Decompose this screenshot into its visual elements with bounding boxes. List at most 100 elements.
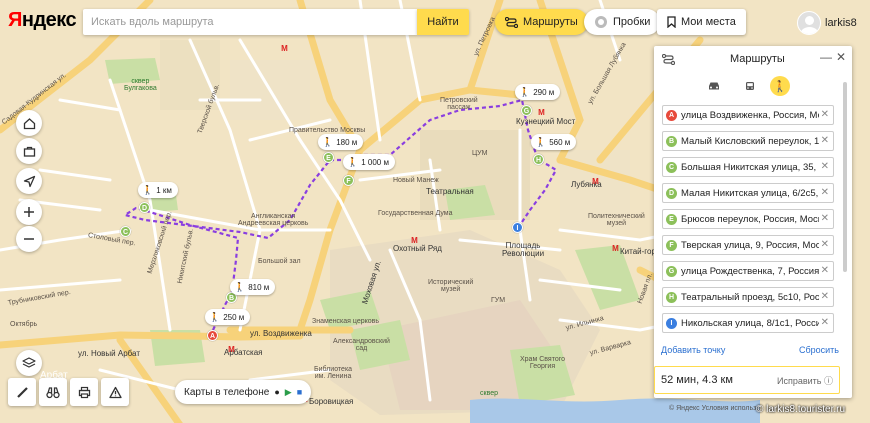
step-distance: 1 км	[156, 185, 172, 195]
home-button[interactable]	[16, 110, 42, 136]
layers-button[interactable]	[16, 350, 42, 376]
waypoint-marker: I	[666, 317, 677, 329]
waypoint-row[interactable]: F Тверская улица, 9, Россия, Мос ✕	[662, 235, 834, 255]
waypoint-row[interactable]: I Никольская улица, 8/1с1, Росси ✕	[662, 313, 834, 333]
remove-waypoint-icon[interactable]: ✕	[821, 109, 829, 120]
remove-waypoint-icon[interactable]: ✕	[821, 265, 829, 276]
waypoint-address[interactable]: Никольская улица, 8/1с1, Росси	[681, 318, 819, 329]
waypoint-address[interactable]: улица Воздвиженка, Россия, Мо	[681, 110, 819, 121]
routes-panel-title: Маршруты	[730, 53, 785, 65]
remove-waypoint-icon[interactable]: ✕	[821, 213, 829, 224]
step-badge: 🚶 560 м	[531, 134, 577, 150]
yandex-logo[interactable]: Яндекс	[8, 9, 77, 32]
remove-waypoint-icon[interactable]: ✕	[821, 291, 829, 302]
watermark: © larkis8.tourister.ru	[756, 404, 846, 415]
panel-links: Добавить точку Сбросить	[661, 345, 839, 355]
waypoint-address[interactable]: Театральный проезд, 5с10, Рос	[681, 292, 819, 303]
ruler-button[interactable]	[8, 378, 36, 406]
locate-button[interactable]	[16, 168, 42, 194]
add-point-link[interactable]: Добавить точку	[661, 345, 725, 355]
plus-icon	[24, 207, 34, 217]
logo-text: ндекс	[21, 9, 77, 31]
close-icon[interactable]: ✕	[836, 50, 846, 64]
routes-button[interactable]: Маршруты	[495, 9, 588, 35]
waypoint-address[interactable]: Тверская улица, 9, Россия, Мос	[681, 240, 819, 251]
route-pin-f[interactable]: F	[343, 175, 354, 186]
ruler-icon	[16, 386, 28, 398]
copyright[interactable]: © Яндекс Условия использ	[669, 405, 756, 412]
car-mode-button[interactable]	[704, 76, 724, 96]
traffic-icon	[594, 15, 608, 29]
fix-link[interactable]: Исправить ⓘ	[777, 374, 833, 387]
route-pin-g[interactable]: G	[521, 105, 532, 116]
search-input[interactable]	[91, 16, 417, 28]
home-icon	[23, 117, 35, 129]
find-button[interactable]: Найти	[417, 9, 469, 35]
zoom-in-button[interactable]	[16, 199, 42, 225]
route-pin-d[interactable]: D	[139, 202, 150, 213]
report-button[interactable]	[101, 378, 129, 406]
remove-waypoint-icon[interactable]: ✕	[821, 317, 829, 328]
work-button[interactable]	[16, 138, 42, 164]
user-menu[interactable]: larkis8	[797, 11, 857, 35]
walk-icon: 🚶	[234, 281, 246, 292]
remove-waypoint-icon[interactable]: ✕	[821, 239, 829, 250]
waypoint-row[interactable]: E Брюсов переулок, Россия, Моск ✕	[662, 209, 834, 229]
panorama-button[interactable]	[39, 378, 67, 406]
minus-icon	[24, 238, 34, 240]
route-summary[interactable]: 52 мин, 4.3 км Исправить ⓘ	[654, 366, 840, 394]
briefcase-icon	[23, 146, 35, 157]
waypoint-address[interactable]: улица Рождественка, 7, Россия	[681, 266, 819, 277]
route-pin-h[interactable]: H	[533, 154, 544, 165]
metro-icon: М	[411, 236, 418, 245]
route-pin-a[interactable]: A	[207, 330, 218, 341]
waypoint-row[interactable]: D Малая Никитская улица, 6/2с5, ✕	[662, 183, 834, 203]
layers-icon	[22, 357, 36, 368]
routes-panel: Маршруты — ✕ 🚶 Aулица Воздвиженка, Росси…	[654, 46, 852, 398]
walk-icon: 🚶	[209, 311, 221, 322]
scrollbar[interactable]	[843, 82, 847, 272]
route-pin-e[interactable]: E	[323, 152, 334, 163]
zoom-out-button[interactable]	[16, 226, 42, 252]
route-pin-c[interactable]: C	[120, 226, 131, 237]
step-badge: 🚶 290 м	[515, 84, 561, 100]
waypoint-row[interactable]: B Малый Кисловский переулок, 1 ✕	[662, 131, 834, 151]
step-badge: 🚶 180 м	[318, 134, 364, 150]
maps-on-phone-button[interactable]: Карты в телефоне ● ▶ ■	[175, 380, 312, 404]
my-places-button[interactable]: Мои места	[657, 9, 746, 35]
waypoint-row[interactable]: Gулица Рождественка, 7, Россия ✕	[662, 261, 834, 281]
waypoint-address[interactable]: Малый Кисловский переулок, 1	[681, 136, 819, 147]
print-button[interactable]	[70, 378, 98, 406]
reset-link[interactable]: Сбросить	[799, 345, 839, 355]
walk-icon: 🚶	[535, 136, 547, 147]
step-distance: 1 000 м	[361, 157, 389, 167]
waypoint-address[interactable]: Большая Никитская улица, 35,	[681, 162, 819, 173]
printer-icon	[78, 386, 90, 398]
step-badge: 🚶 1 км	[138, 182, 178, 198]
maps-on-phone-label: Карты в телефоне	[184, 386, 270, 398]
waypoint-row[interactable]: Aулица Воздвиженка, Россия, Мо ✕	[662, 105, 834, 125]
step-distance: 810 м	[248, 282, 270, 292]
waypoint-row[interactable]: H Театральный проезд, 5с10, Рос ✕	[662, 287, 834, 307]
traffic-button[interactable]: Пробки	[584, 9, 661, 35]
remove-waypoint-icon[interactable]: ✕	[821, 135, 829, 146]
apple-icon: ●	[274, 387, 280, 397]
binoculars-icon	[46, 386, 60, 398]
metro-icon: М	[592, 177, 599, 186]
waypoint-address[interactable]: Малая Никитская улица, 6/2с5,	[681, 188, 819, 199]
search-box[interactable]	[83, 9, 417, 35]
route-settings-icon[interactable]	[662, 53, 675, 65]
waypoint-row[interactable]: C Большая Никитская улица, 35, ✕	[662, 157, 834, 177]
walk-icon: 🚶	[773, 80, 787, 93]
walk-mode-button[interactable]: 🚶	[770, 76, 790, 96]
walk-icon: 🚶	[322, 136, 334, 147]
minimize-icon[interactable]: —	[820, 50, 832, 64]
route-pin-i[interactable]: I	[512, 222, 523, 233]
waypoint-address[interactable]: Брюсов переулок, Россия, Моск	[681, 214, 819, 225]
warning-icon	[108, 386, 122, 398]
remove-waypoint-icon[interactable]: ✕	[821, 187, 829, 198]
step-distance: 180 м	[336, 137, 358, 147]
waypoint-marker: D	[666, 187, 677, 199]
remove-waypoint-icon[interactable]: ✕	[821, 161, 829, 172]
transit-mode-button[interactable]	[740, 76, 760, 96]
